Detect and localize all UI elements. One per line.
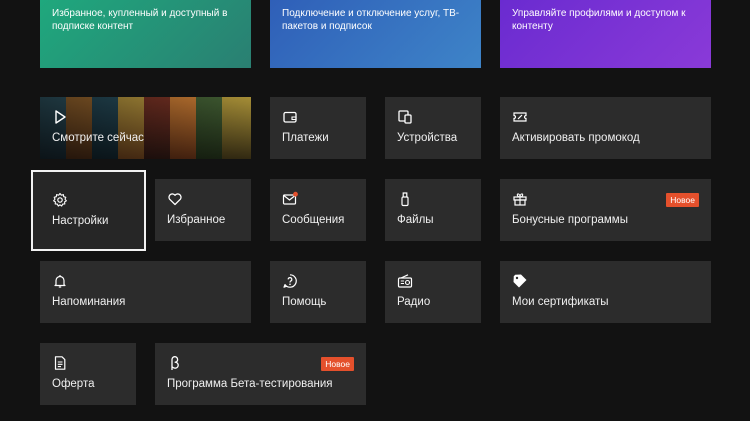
tile-label: Платежи [282,132,329,144]
wallet-icon [282,109,298,125]
tile-label: Устройства [397,132,458,144]
promo-tile[interactable]: Активировать промокод [500,97,711,159]
tile-label: Помощь [282,296,327,308]
ticket-icon [512,109,528,125]
help-icon [282,273,298,289]
new-badge: Новое [321,357,354,371]
tag-icon [512,273,528,289]
reminders-tile[interactable]: Напоминания [40,261,251,323]
tile-label: Настройки [52,215,109,227]
bell-icon [52,273,68,289]
heart-icon [167,191,183,207]
hero-card-services[interactable]: Подключение и отключение услуг, ТВ-пакет… [270,0,481,68]
tile-label: Сообщения [282,214,345,226]
tile-label: Активировать промокод [512,132,640,144]
messages-tile[interactable]: Сообщения [270,179,366,241]
hero-card-profiles[interactable]: Управляйте профилями и доступом к контен… [500,0,711,68]
radio-icon [397,273,413,289]
tile-label: Файлы [397,214,434,226]
tile-label: Программа Бета-тестирования [167,378,333,390]
mail-icon [282,191,298,207]
tile-label: Оферта [52,378,95,390]
tile-label: Напоминания [52,296,126,308]
document-icon [52,355,68,371]
beta-icon [167,355,183,371]
settings-tile[interactable]: Настройки [31,170,146,251]
tile-label: Мои сертификаты [512,296,609,308]
hero-card-description: Избранное, купленный и доступный в подпи… [52,8,228,32]
help-tile[interactable]: Помощь [270,261,366,323]
payments-tile[interactable]: Платежи [270,97,366,159]
tile-label: Смотрите сейчас [52,132,144,144]
watch-now-tile[interactable]: Смотрите сейчас [40,97,251,159]
offer-tile[interactable]: Оферта [40,343,136,405]
hero-card-favorites[interactable]: Избранное, купленный и доступный в подпи… [40,0,251,68]
bonus-programs-tile[interactable]: Новое Бонусные программы [500,179,711,241]
devices-tile[interactable]: Устройства [385,97,481,159]
tile-label: Избранное [167,214,226,226]
play-icon [52,109,68,125]
radio-tile[interactable]: Радио [385,261,481,323]
hero-card-description: Управляйте профилями и доступом к контен… [512,8,686,32]
new-badge: Новое [666,193,699,207]
files-tile[interactable]: Файлы [385,179,481,241]
favorites-tile[interactable]: Избранное [155,179,251,241]
tile-label: Бонусные программы [512,214,628,226]
certificates-tile[interactable]: Мои сертификаты [500,261,711,323]
usb-icon [397,191,413,207]
hero-card-description: Подключение и отключение услуг, ТВ-пакет… [282,8,460,32]
beta-program-tile[interactable]: Новое Программа Бета-тестирования [155,343,366,405]
devices-icon [397,109,413,125]
gear-icon [52,192,68,208]
gift-icon [512,191,528,207]
tile-label: Радио [397,296,431,308]
